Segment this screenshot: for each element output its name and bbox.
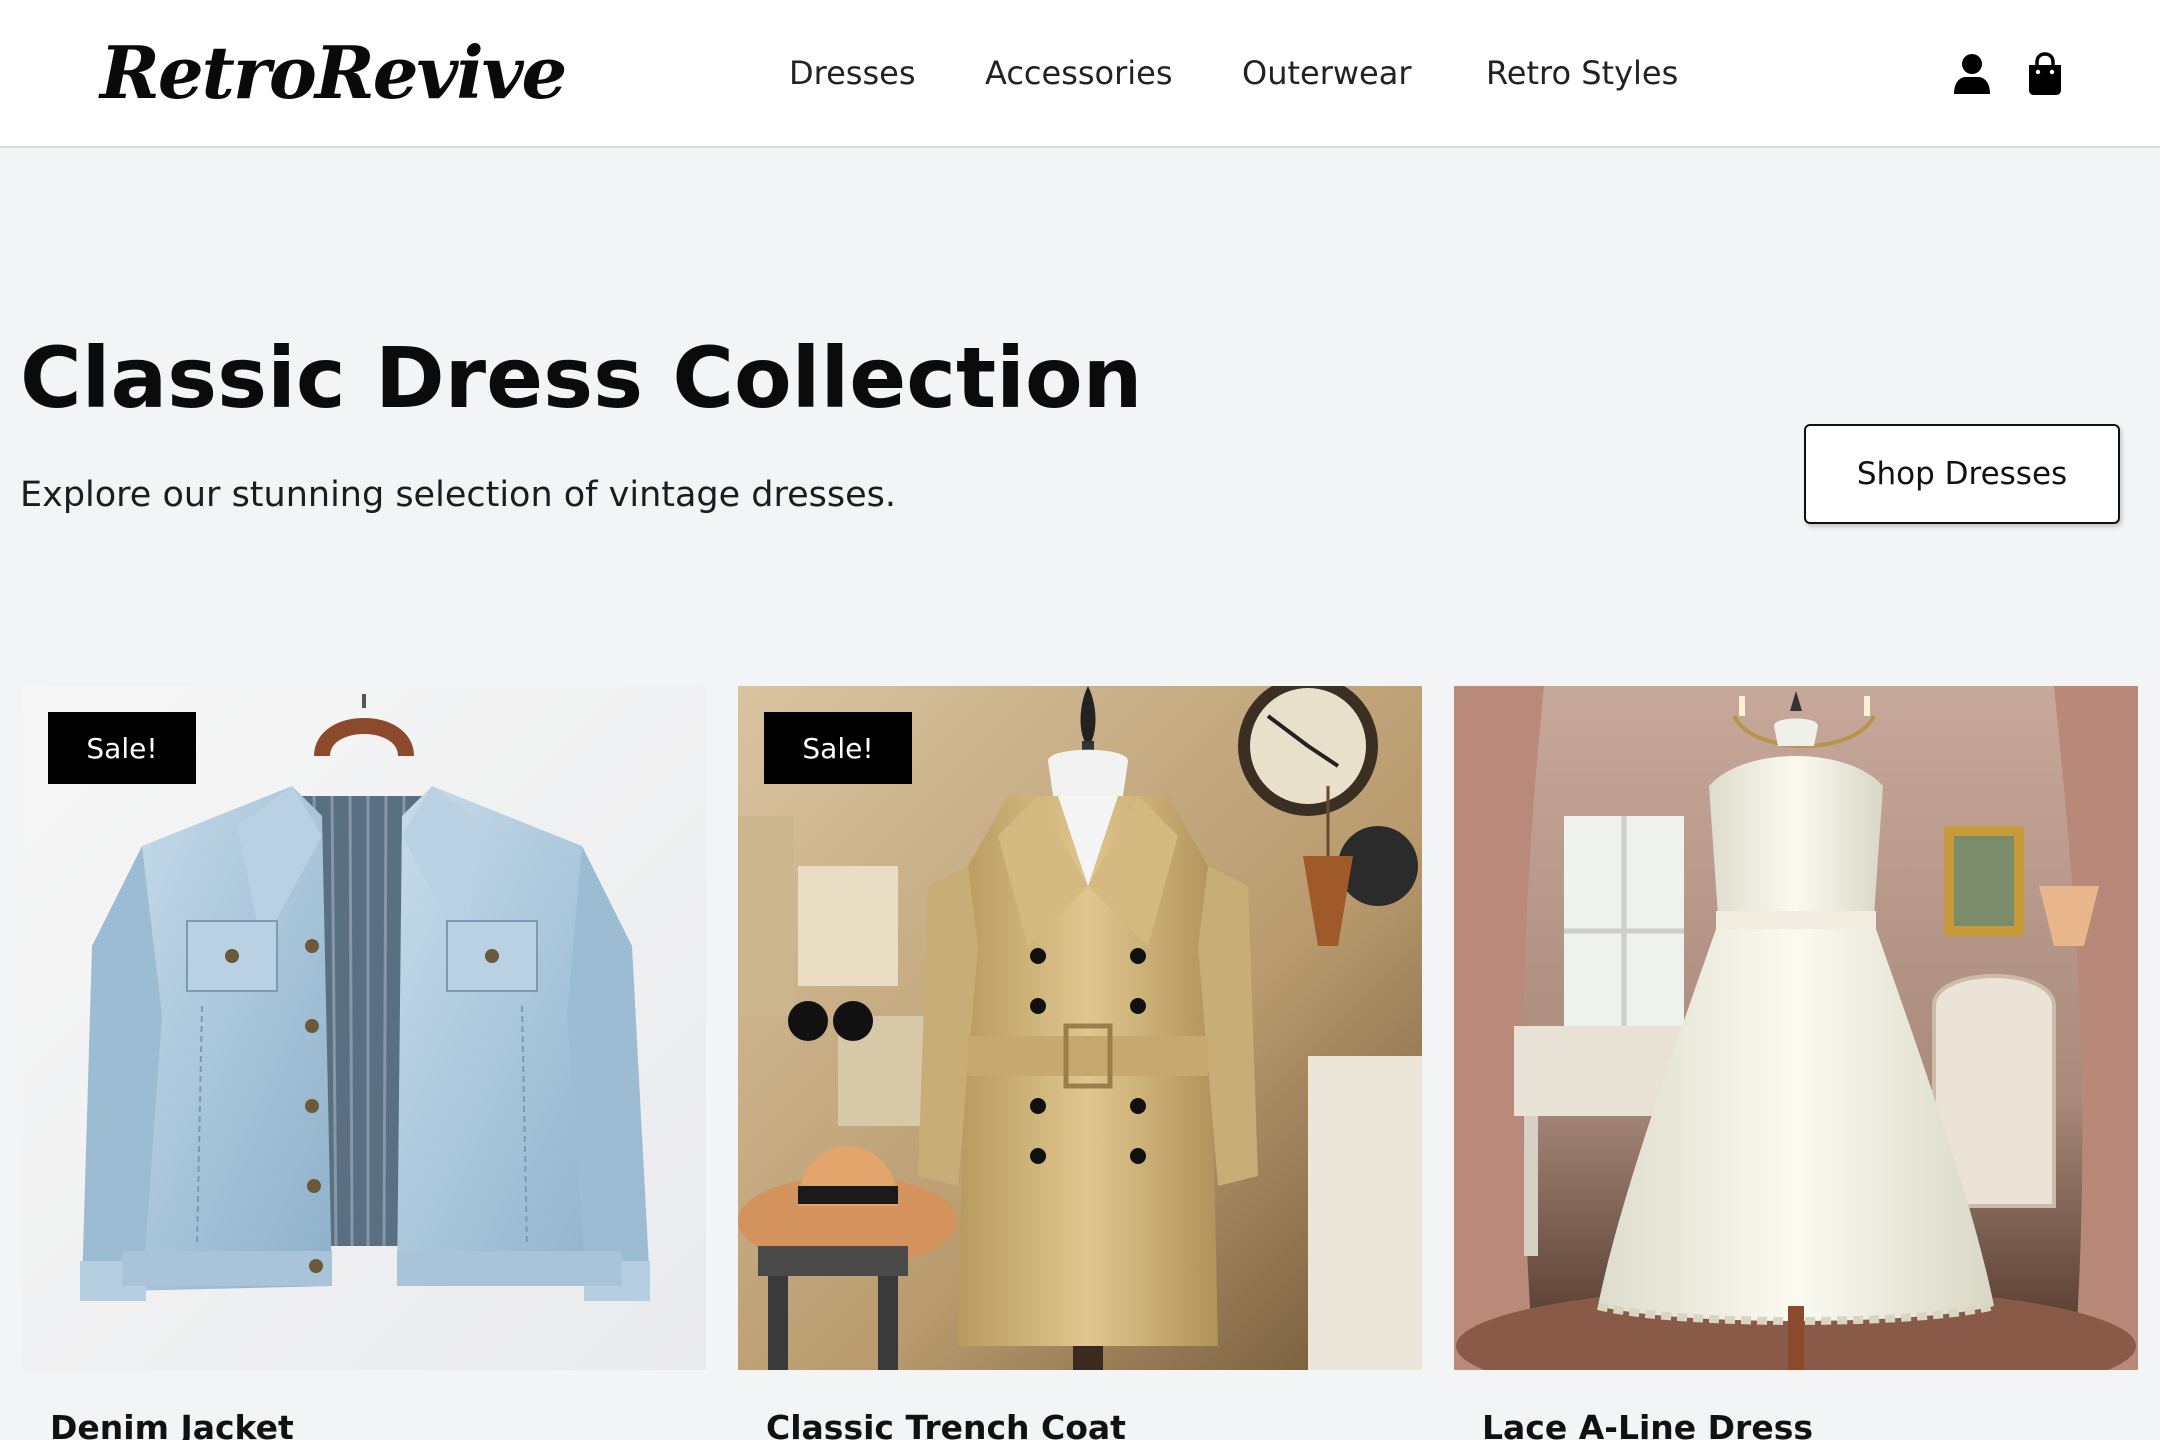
hero-subtitle: Explore our stunning selection of vintag… <box>20 475 897 515</box>
shop-dresses-button[interactable]: Shop Dresses <box>1804 424 2120 524</box>
nav-link-outerwear[interactable]: Outerwear <box>1242 50 1411 96</box>
product-name[interactable]: Denim Jacket <box>50 1408 294 1440</box>
product-image-lace-dress[interactable] <box>1454 686 2138 1370</box>
hero-title: Classic Dress Collection <box>20 329 1143 427</box>
product-name[interactable]: Lace A-Line Dress <box>1482 1408 1813 1440</box>
user-icon[interactable] <box>1952 52 1992 96</box>
nav-link-accessories[interactable]: Accessories <box>985 50 1173 96</box>
sale-badge: Sale! <box>764 712 912 784</box>
nav-link-retro-styles[interactable]: Retro Styles <box>1486 50 1678 96</box>
product-card[interactable]: Lace A-Line Dress <box>1454 686 2138 1440</box>
product-card[interactable]: Sale! Classic Trench Coat <box>738 686 1422 1440</box>
sale-badge: Sale! <box>48 712 196 784</box>
nav-link-dresses[interactable]: Dresses <box>789 50 915 96</box>
site-header: RetroRevive Dresses Accessories Outerwea… <box>0 0 2160 148</box>
product-name[interactable]: Classic Trench Coat <box>766 1408 1126 1440</box>
product-image-trench-coat[interactable] <box>738 686 1422 1370</box>
product-image-denim-jacket[interactable] <box>22 686 706 1370</box>
shopping-bag-icon[interactable] <box>2025 52 2065 96</box>
product-card[interactable]: Sale! Denim Jacket <box>22 686 706 1440</box>
brand-logo[interactable]: RetroRevive <box>100 28 567 118</box>
